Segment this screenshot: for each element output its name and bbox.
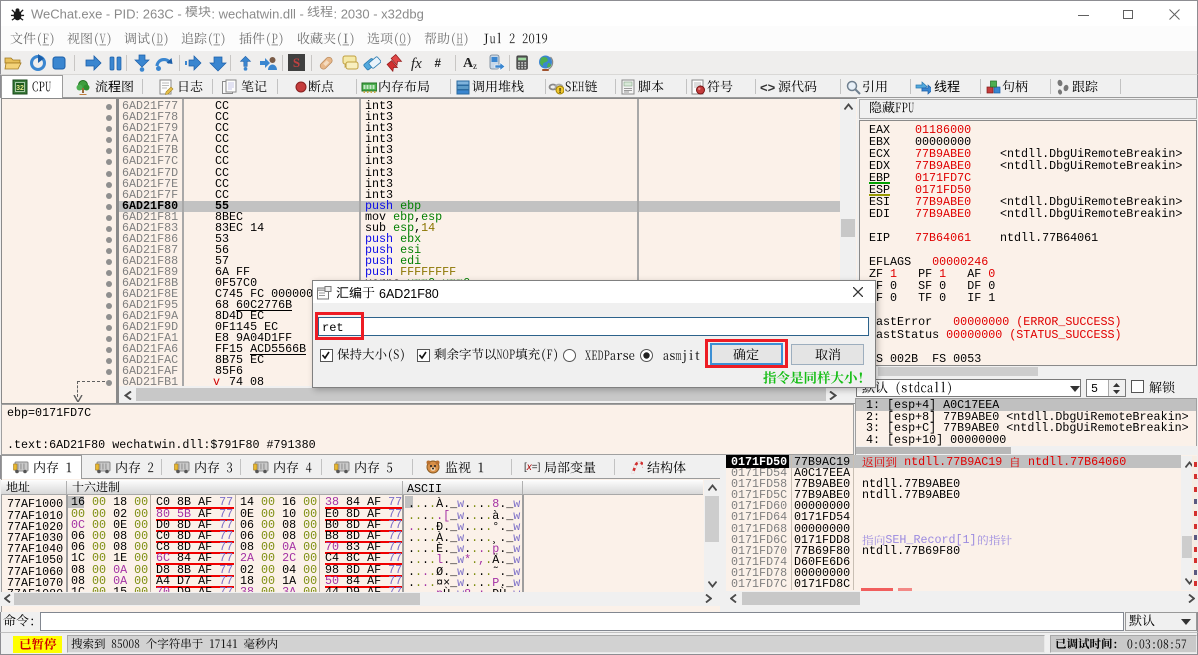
svg-text:[x=]: [x=] <box>524 462 540 473</box>
svg-text:z: z <box>473 61 477 71</box>
svg-text:S: S <box>293 55 300 70</box>
svg-text:32: 32 <box>16 85 24 92</box>
svg-text:!: ! <box>559 88 561 95</box>
svg-text:#: # <box>435 57 442 70</box>
svg-text:fx: fx <box>411 56 422 72</box>
svg-text:<>: <> <box>760 80 776 95</box>
